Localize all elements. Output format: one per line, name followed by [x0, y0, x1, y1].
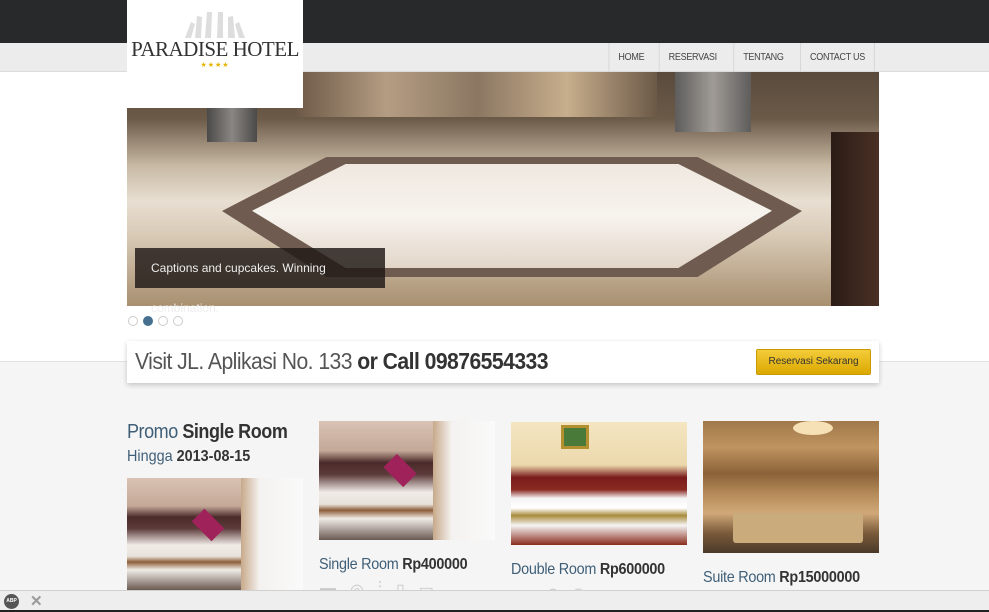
reservasi-sekarang-button[interactable]: Reservasi Sekarang	[756, 349, 871, 375]
promo-room-image[interactable]	[127, 478, 303, 590]
room-name: Suite Room	[703, 569, 776, 586]
contact-cta-bar: Visit JL. Aplikasi No. 133 or Call 09876…	[127, 341, 879, 383]
cta-text: Visit JL. Aplikasi No. 133 or Call 09876…	[135, 348, 549, 375]
browser-addon-bar	[0, 590, 989, 612]
nav-reservasi[interactable]: RESERVASI	[659, 43, 726, 72]
promo-prefix: Promo	[127, 421, 178, 443]
phone-text: or Call 09876554333	[357, 348, 548, 374]
room-price: Rp15000000	[779, 569, 860, 586]
promo-block: Promo Single Room Hingga 2013-08-15	[127, 421, 305, 466]
adblock-icon[interactable]: ABP	[4, 594, 19, 609]
image-pillow	[191, 508, 225, 542]
promo-title: Promo Single Room	[127, 421, 288, 444]
suite-room-image[interactable]	[703, 421, 879, 553]
slide-image-pillar	[675, 72, 751, 132]
double-room-title[interactable]: Double Room Rp600000	[511, 561, 665, 579]
slide-image-wall	[297, 72, 657, 117]
image-pillow	[383, 454, 417, 488]
promo-until-label: Hingga	[127, 448, 173, 465]
close-icon[interactable]: ✕	[30, 592, 43, 610]
address-text: Visit JL. Aplikasi No. 133	[135, 348, 353, 374]
room-price: Rp400000	[402, 556, 468, 573]
star-rating: ★★★★	[200, 62, 230, 69]
slide-caption: Captions and cupcakes. Winning combinati…	[135, 248, 385, 315]
room-name: Double Room	[511, 561, 597, 578]
suite-room-title[interactable]: Suite Room Rp15000000	[703, 569, 860, 587]
image-bed	[733, 513, 863, 543]
image-lamp	[793, 421, 833, 435]
room-name: Single Room	[319, 556, 399, 573]
promo-until-date: 2013-08-15	[176, 448, 251, 465]
single-room-title[interactable]: Single Room Rp400000	[319, 556, 468, 574]
hotel-logo[interactable]: PARADISE HOTEL ★★★★	[127, 0, 303, 108]
room-price: Rp600000	[599, 561, 665, 578]
nav-home[interactable]: HOME	[608, 43, 653, 72]
single-room-image[interactable]	[319, 421, 495, 540]
image-painting	[561, 425, 589, 449]
logo-rays-icon	[185, 12, 245, 38]
nav-tentang[interactable]: TENTANG	[733, 43, 792, 72]
promo-room: Single Room	[182, 421, 288, 443]
image-window	[241, 478, 303, 590]
double-room-image[interactable]	[511, 422, 687, 545]
nav-contact-us[interactable]: CONTACT US	[800, 43, 875, 72]
image-window	[433, 421, 495, 540]
slider-dot-1[interactable]	[128, 316, 138, 326]
hotel-name: PARADISE HOTEL	[131, 37, 299, 61]
slide-image-railing	[831, 132, 879, 306]
promo-until: Hingga 2013-08-15	[127, 448, 287, 466]
main-nav: HOME RESERVASI TENTANG CONTACT US	[606, 43, 879, 72]
